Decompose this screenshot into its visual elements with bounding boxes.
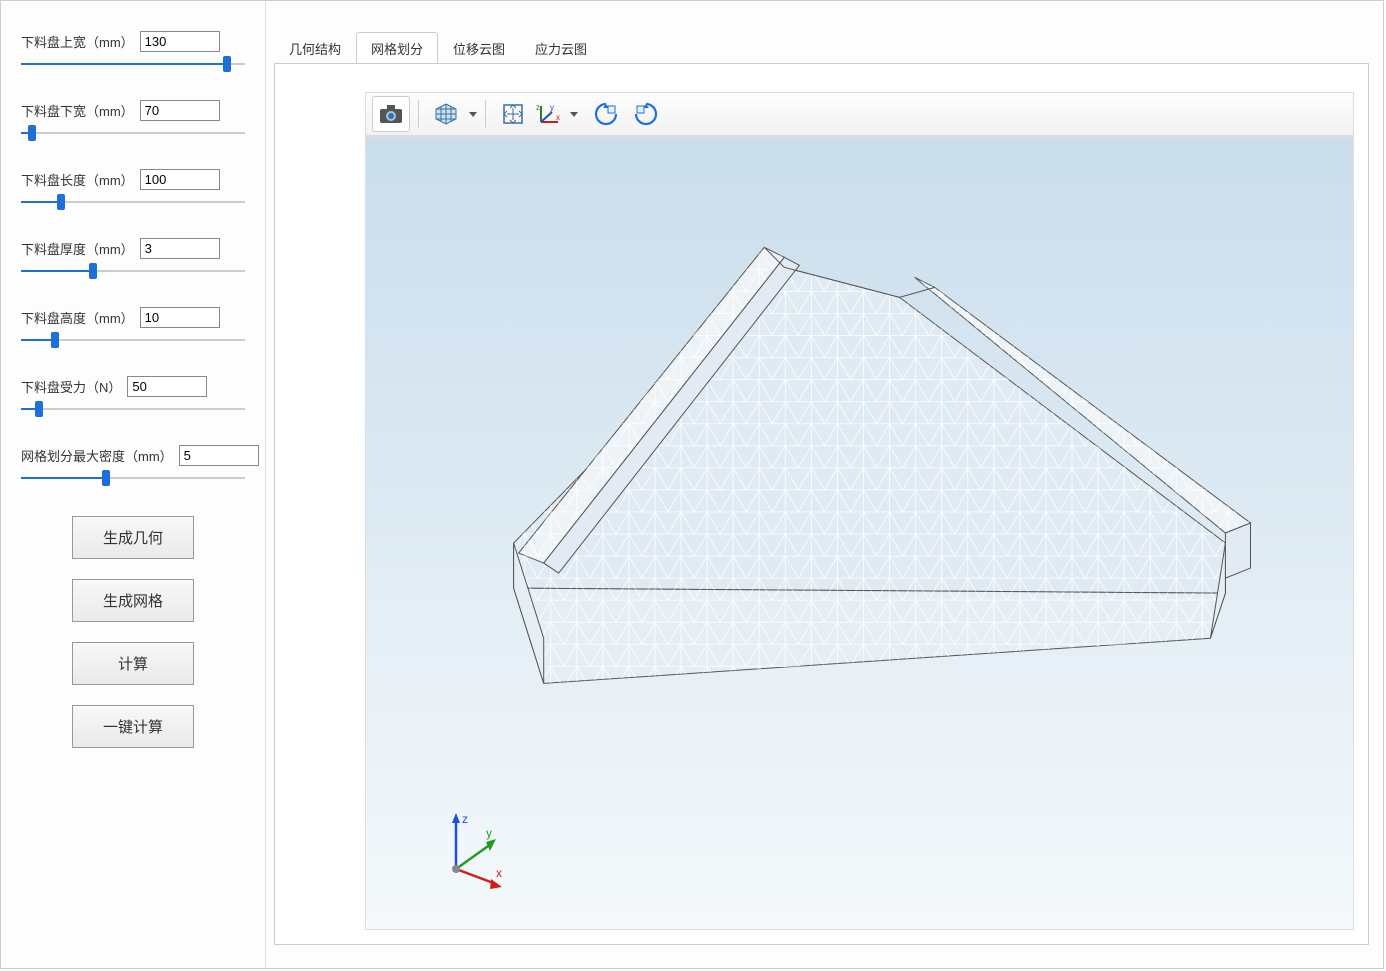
param-label: 下料盘受力（N） [21,377,121,396]
generate-mesh-button[interactable]: 生成网格 [72,579,194,622]
app-window: 下料盘上宽（mm） 下料盘下宽（mm） 下料盘长度（mm） 下料盘厚度（mm） 下料盘高… [0,0,1384,969]
rotate-ccw-button[interactable] [588,96,626,132]
rotate-ccw-icon [594,102,620,126]
chevron-down-icon[interactable] [570,112,578,117]
toolbar-separator [485,100,486,128]
param-slider[interactable] [21,56,245,72]
one-click-compute-button[interactable]: 一键计算 [72,705,194,748]
axes-orientation-icon: z x y [536,102,562,126]
viewer-frame: z x y [274,63,1369,945]
param-0: 下料盘上宽（mm） [21,31,245,72]
view-cube-button[interactable] [427,96,465,132]
param-slider[interactable] [21,470,245,486]
viewer-toolbar: z x y [365,92,1354,136]
param-label: 下料盘厚度（mm） [21,239,134,258]
main-area: 几何结构网格划分位移云图应力云图 [266,1,1383,968]
param-6: 网格划分最大密度（mm） [21,445,245,486]
param-input[interactable] [140,100,220,121]
param-slider[interactable] [21,401,245,417]
param-input[interactable] [127,376,207,397]
snapshot-button[interactable] [372,96,410,132]
param-label: 网格划分最大密度（mm） [21,446,173,465]
param-2: 下料盘长度（mm） [21,169,245,210]
action-button-column: 生成几何 生成网格 计算 一键计算 [21,516,245,748]
chevron-down-icon[interactable] [469,112,477,117]
param-slider[interactable] [21,263,245,279]
param-slider[interactable] [21,332,245,348]
param-5: 下料盘受力（N） [21,376,245,417]
param-label: 下料盘下宽（mm） [21,101,134,120]
param-3: 下料盘厚度（mm） [21,238,245,279]
zoom-extents-icon [501,102,525,126]
zoom-extents-button[interactable] [494,96,532,132]
param-input[interactable] [179,445,259,466]
param-input[interactable] [140,238,220,259]
tab-geometry[interactable]: 几何结构 [274,32,356,64]
param-input[interactable] [140,31,220,52]
rotate-cw-icon [632,102,658,126]
orientation-triad: z y x [436,809,516,889]
tab-mesh[interactable]: 网格划分 [356,32,438,64]
generate-geometry-button[interactable]: 生成几何 [72,516,194,559]
param-label: 下料盘上宽（mm） [21,32,134,51]
param-label: 下料盘长度（mm） [21,170,134,189]
cube-view-icon [434,102,458,126]
camera-icon [379,104,403,124]
view-tabs: 几何结构网格划分位移云图应力云图 [274,32,1383,64]
param-input[interactable] [140,169,220,190]
svg-text:y: y [550,103,554,112]
param-slider[interactable] [21,194,245,210]
tab-stress[interactable]: 应力云图 [520,32,602,64]
param-slider[interactable] [21,125,245,141]
axis-x-label: x [496,866,502,880]
svg-text:z: z [536,103,540,112]
param-label: 下料盘高度（mm） [21,308,134,327]
svg-text:x: x [556,113,560,122]
param-1: 下料盘下宽（mm） [21,100,245,141]
parameter-sidebar: 下料盘上宽（mm） 下料盘下宽（mm） 下料盘长度（mm） 下料盘厚度（mm） 下料盘高… [1,1,266,968]
tab-displacement[interactable]: 位移云图 [438,32,520,64]
param-input[interactable] [140,307,220,328]
toolbar-separator [418,100,419,128]
compute-button[interactable]: 计算 [72,642,194,685]
axes-orientation-button[interactable]: z x y [532,96,566,132]
axis-z-label: z [462,812,468,826]
param-4: 下料盘高度（mm） [21,307,245,348]
rotate-cw-button[interactable] [626,96,664,132]
axis-y-label: y [486,826,492,840]
3d-viewport[interactable]: z y x [365,136,1354,930]
